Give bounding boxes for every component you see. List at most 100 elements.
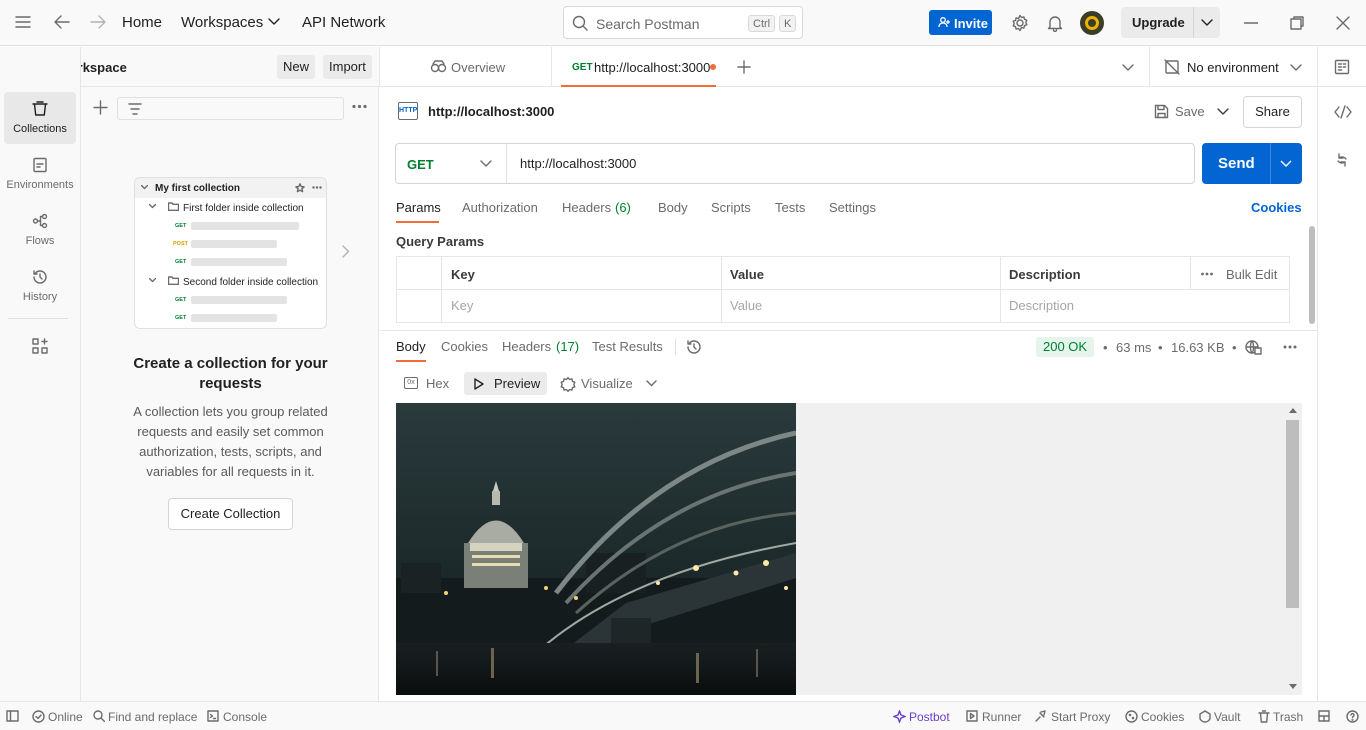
response-tab-test-results[interactable]: Test Results [592, 339, 663, 354]
code-icon[interactable] [1334, 105, 1352, 119]
description-input[interactable]: Description [1009, 298, 1074, 313]
share-button[interactable]: Share [1243, 96, 1302, 128]
forward-arrow-icon[interactable] [90, 15, 106, 29]
tab-scripts[interactable]: Scripts [711, 200, 751, 215]
response-tab-headers[interactable]: Headers [502, 339, 551, 354]
preview-scrollbar[interactable] [1286, 420, 1299, 608]
restore-icon[interactable] [1290, 16, 1304, 30]
console[interactable]: Console [223, 710, 267, 724]
illus-method: POST [173, 241, 188, 247]
vault[interactable]: Vault [1214, 710, 1240, 724]
search-input[interactable]: Search Postman Ctrl K [563, 6, 803, 39]
search-placeholder: Search Postman [596, 16, 700, 32]
environment-label: No environment [1187, 60, 1279, 75]
apps-grid-icon[interactable] [32, 338, 48, 354]
invite-button[interactable]: Invite [929, 10, 992, 35]
scroll-down-arrow-icon[interactable] [1289, 684, 1297, 689]
sync-icon[interactable] [1336, 153, 1348, 167]
notification-bell-icon[interactable] [1047, 14, 1063, 32]
trash[interactable]: Trash [1273, 710, 1303, 724]
help-icon[interactable] [1346, 710, 1359, 723]
tab-settings[interactable]: Settings [829, 200, 876, 215]
chevron-down-icon[interactable] [268, 18, 280, 26]
toggle-sidebar-icon[interactable] [6, 710, 19, 722]
scroll-up-arrow-icon[interactable] [1289, 408, 1297, 413]
empty-state-title: Create a collection for your requests [133, 355, 328, 392]
close-icon[interactable] [1336, 16, 1350, 30]
method-select[interactable]: GET [396, 144, 506, 183]
chevron-down-icon[interactable] [646, 380, 657, 387]
nav-label: Flows [25, 235, 55, 247]
nav-api-network[interactable]: API Network [302, 14, 385, 31]
tab-params[interactable]: Params [396, 200, 441, 215]
postbot[interactable]: Postbot [909, 710, 950, 724]
request-name[interactable]: http://localhost:3000 [428, 104, 554, 119]
add-tab-icon[interactable] [737, 60, 751, 74]
chevron-down-icon[interactable] [1122, 64, 1134, 72]
nav-history[interactable]: History [4, 260, 76, 312]
value-input[interactable]: Value [730, 298, 762, 313]
back-arrow-icon[interactable] [54, 15, 70, 29]
view-preview[interactable]: Preview [464, 372, 547, 395]
tab-authorization[interactable]: Authorization [462, 200, 538, 215]
save-button[interactable]: Save [1154, 100, 1234, 124]
filter-input[interactable] [117, 97, 344, 120]
nav-flows[interactable]: Flows [4, 204, 76, 256]
column-header-key: Key [451, 267, 475, 282]
more-options-icon[interactable] [1283, 345, 1297, 349]
response-size[interactable]: 16.63 KB [1171, 340, 1225, 355]
request-scrollbar[interactable] [1309, 226, 1315, 324]
minimize-icon[interactable] [1244, 22, 1258, 24]
create-collection-button[interactable]: Create Collection [168, 498, 293, 530]
chevron-down-icon[interactable] [1280, 160, 1292, 168]
history-icon[interactable] [686, 339, 702, 355]
collection-illustration: My first collection First folder inside … [134, 177, 327, 329]
method-label: GET [407, 157, 434, 172]
save-response-icon[interactable] [1245, 339, 1262, 355]
cookies-status[interactable]: Cookies [1141, 710, 1184, 724]
bulk-edit-button[interactable]: Bulk Edit [1226, 267, 1277, 282]
tab-headers[interactable]: Headers [562, 200, 611, 215]
menu-icon[interactable] [15, 15, 31, 29]
find-and-replace[interactable]: Find and replace [108, 710, 197, 724]
tab-body[interactable]: Body [658, 200, 688, 215]
view-hex[interactable]: 0x Hex [396, 372, 456, 395]
settings-gear-icon[interactable] [1011, 14, 1029, 32]
more-options-icon[interactable] [1201, 272, 1213, 276]
view-visualize[interactable]: Visualize [558, 372, 660, 395]
upgrade-button[interactable]: Upgrade [1121, 7, 1220, 38]
new-button[interactable]: New [277, 55, 316, 79]
illus-bar [191, 258, 287, 266]
avatar[interactable] [1080, 11, 1104, 35]
status-badge[interactable]: 200 OK [1036, 337, 1095, 357]
layout-icon[interactable] [1318, 710, 1330, 722]
tab-overview[interactable]: Overview [430, 47, 550, 86]
cookies-link[interactable]: Cookies [1251, 200, 1302, 215]
nav-collections[interactable]: Collections [4, 92, 76, 144]
nav-workspaces[interactable]: Workspaces [181, 14, 263, 31]
key-input[interactable]: Key [451, 298, 473, 313]
response-tab-body[interactable]: Body [396, 339, 426, 354]
nav-home[interactable]: Home [122, 14, 162, 31]
import-button[interactable]: Import [323, 55, 372, 79]
chevron-down-icon[interactable] [1217, 108, 1229, 116]
divider[interactable] [380, 330, 1317, 331]
add-icon[interactable] [93, 100, 108, 115]
environment-quicklook-icon[interactable] [1334, 59, 1350, 75]
start-proxy[interactable]: Start Proxy [1051, 710, 1110, 724]
chevron-right-icon[interactable] [342, 245, 350, 258]
response-tab-cookies[interactable]: Cookies [441, 339, 488, 354]
more-options-icon[interactable] [352, 104, 367, 109]
response-time[interactable]: 63 ms [1116, 340, 1151, 355]
tab-active-request[interactable]: GET http://localhost:3000 [561, 47, 716, 87]
top-bar: Home Workspaces API Network Search Postm… [0, 0, 1366, 46]
nav-environments[interactable]: Environments [4, 148, 76, 200]
send-button[interactable]: Send [1202, 143, 1302, 184]
online-status[interactable]: Online [48, 710, 83, 724]
runner[interactable]: Runner [982, 710, 1021, 724]
tab-tests[interactable]: Tests [775, 200, 805, 215]
chevron-down-icon[interactable] [1201, 19, 1213, 27]
environment-selector[interactable]: No environment [1150, 47, 1302, 87]
url-input[interactable]: http://localhost:3000 [520, 156, 636, 171]
illus-bar [191, 314, 277, 322]
